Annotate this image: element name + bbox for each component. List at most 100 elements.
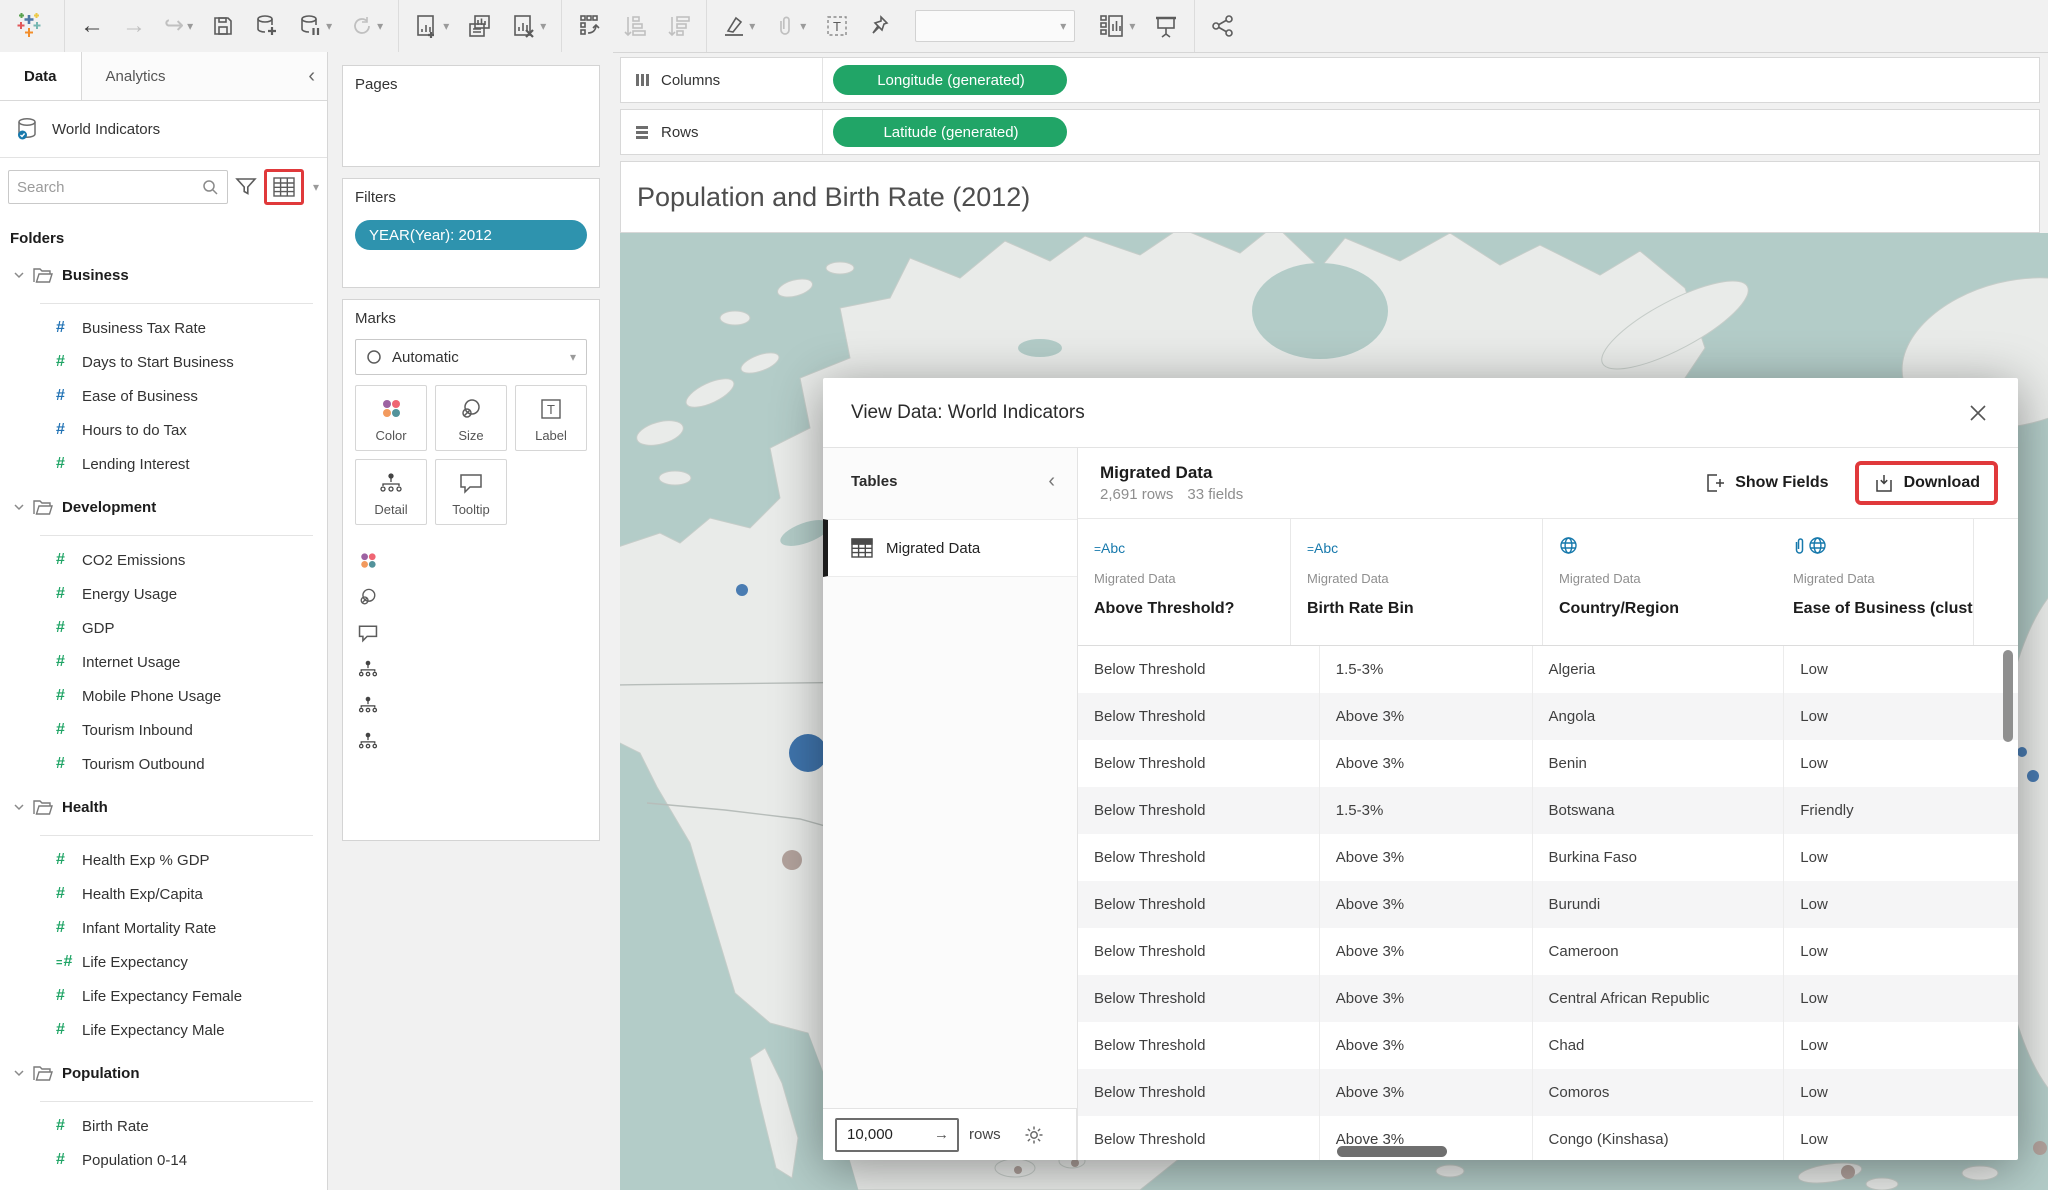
fit-selector[interactable]: ▾: [915, 10, 1075, 42]
chevron-down-icon[interactable]: [10, 801, 28, 813]
tree-item[interactable]: =# Ease of Business: [0, 379, 327, 413]
search-input[interactable]: Search: [8, 170, 228, 204]
pages-card[interactable]: Pages: [342, 65, 600, 167]
tree-item[interactable]: =# Infant Mortality Rate: [0, 911, 327, 945]
column-header[interactable]: =Abc: [1777, 519, 1974, 645]
size-button[interactable]: Size: [435, 385, 507, 451]
pin-button[interactable]: [868, 14, 892, 38]
tree-item[interactable]: =# Tourism Inbound: [0, 713, 327, 747]
table-list-item[interactable]: Migrated Data: [823, 519, 1077, 577]
mark-pill[interactable]: Country/Region: [389, 654, 587, 684]
chevron-down-icon[interactable]: [10, 501, 28, 513]
label-button[interactable]: T Label: [515, 385, 587, 451]
tab-data[interactable]: Data: [0, 52, 82, 100]
map-mark-small[interactable]: [736, 584, 748, 596]
new-worksheet-button[interactable]: ▾: [414, 13, 449, 39]
pane-menu-caret[interactable]: ▾: [313, 181, 319, 193]
tree-item[interactable]: =# Population: [0, 1053, 327, 1093]
vertical-scrollbar[interactable]: [2003, 650, 2013, 742]
row-limit-input[interactable]: 10,000 →: [835, 1118, 959, 1152]
mark-pill[interactable]: AVG(Population T..: [389, 582, 587, 612]
tree-item[interactable]: =# Hours to do Tax: [0, 413, 327, 447]
field-label: Days to Start Business: [82, 354, 234, 371]
collapse-tables-button[interactable]: ‹: [1048, 470, 1055, 493]
datasource-row[interactable]: World Indicators: [0, 101, 327, 158]
redo-button[interactable]: →: [122, 14, 146, 38]
refresh-data-source-button[interactable]: ▾: [350, 14, 383, 38]
tree-item[interactable]: =# Health Exp % GDP: [0, 843, 327, 877]
mark-pill[interactable]: Birth Rate Bin: [389, 546, 587, 576]
tree-item[interactable]: =# Population 0-14: [0, 1143, 327, 1177]
tree-item[interactable]: =# Health Exp/Capita: [0, 877, 327, 911]
tree-item[interactable]: =# Internet Usage: [0, 645, 327, 679]
undo-button[interactable]: ←: [80, 14, 104, 38]
tree-item[interactable]: =# Business: [0, 255, 327, 295]
column-header[interactable]: =Abc: [1543, 519, 1777, 645]
tree-item[interactable]: =#: [40, 303, 313, 304]
mark-pill[interactable]: Ease of Business (..: [389, 690, 587, 720]
tree-item[interactable]: =# Energy Usage: [0, 577, 327, 611]
tree-item[interactable]: =# Mobile Phone Usage: [0, 679, 327, 713]
replay-button[interactable]: ↪▾: [164, 14, 193, 38]
map-mark-large[interactable]: [789, 734, 827, 772]
mark-pill[interactable]: AVG(Birth Rate): [389, 618, 587, 648]
columns-shelf[interactable]: Columns Longitude (generated): [620, 57, 2040, 103]
tree-item[interactable]: =# Life Expectancy Male: [0, 1013, 327, 1047]
rows-shelf[interactable]: Rows Latitude (generated): [620, 109, 2040, 155]
map-mark-gray[interactable]: [782, 850, 802, 870]
tree-item[interactable]: =#: [40, 835, 313, 836]
save-button[interactable]: [211, 14, 235, 38]
columns-pill[interactable]: Longitude (generated): [833, 65, 1067, 95]
detail-button[interactable]: Detail: [355, 459, 427, 525]
download-button[interactable]: Download: [1873, 472, 1980, 494]
column-header[interactable]: =Abc: [1291, 519, 1543, 645]
tree-item[interactable]: =# Life Expectancy Female: [0, 979, 327, 1013]
filter-fields-icon[interactable]: [234, 175, 258, 199]
apply-row-limit-icon[interactable]: →: [934, 1126, 949, 1143]
chevron-down-icon[interactable]: [10, 269, 28, 281]
tree-item[interactable]: =# Lending Interest: [0, 447, 327, 481]
clear-sheet-button[interactable]: ▾: [511, 13, 546, 39]
sort-ascending-button[interactable]: [621, 13, 647, 39]
show-cards-button[interactable]: ▾: [1098, 13, 1135, 39]
tree-item[interactable]: =# Health: [0, 787, 327, 827]
text-label-button[interactable]: T: [824, 13, 850, 39]
mark-type-dropdown[interactable]: Automatic ▾: [355, 339, 587, 375]
share-button[interactable]: [1210, 13, 1236, 39]
tree-item[interactable]: =# Life Expectancy: [0, 945, 327, 979]
tree-item[interactable]: =# Business Tax Rate: [0, 311, 327, 345]
filter-pill[interactable]: YEAR(Year): 2012: [355, 220, 587, 250]
view-data-icon[interactable]: [271, 175, 297, 199]
tree-item[interactable]: =# CO2 Emissions: [0, 543, 327, 577]
tree-item[interactable]: =# Tourism Outbound: [0, 747, 327, 781]
settings-gear-icon[interactable]: [1023, 1124, 1045, 1146]
close-icon[interactable]: [1968, 403, 1988, 423]
horizontal-scrollbar[interactable]: [1337, 1146, 1447, 1157]
collapse-pane-button[interactable]: ‹: [296, 52, 327, 101]
column-header[interactable]: =Abc: [1078, 519, 1291, 645]
tree-item[interactable]: =#: [40, 1101, 313, 1102]
swap-rows-columns-button[interactable]: [577, 13, 603, 39]
highlight-button[interactable]: ▾: [722, 14, 755, 38]
show-fields-button[interactable]: Show Fields: [1704, 472, 1828, 494]
field-type-icon: =#: [56, 319, 82, 337]
sort-descending-button[interactable]: [665, 13, 691, 39]
tree-item[interactable]: =# Days to Start Business: [0, 345, 327, 379]
color-button[interactable]: Color: [355, 385, 427, 451]
rows-pill[interactable]: Latitude (generated): [833, 117, 1067, 147]
tooltip-button[interactable]: Tooltip: [435, 459, 507, 525]
mark-pill-row: Country/Region: [355, 651, 599, 687]
tree-item[interactable]: =# Development: [0, 487, 327, 527]
tab-analytics[interactable]: Analytics: [82, 52, 297, 101]
new-data-source-button[interactable]: [253, 13, 279, 39]
tree-item[interactable]: =#: [40, 535, 313, 536]
presentation-mode-button[interactable]: [1153, 13, 1179, 39]
attach-button[interactable]: ▾: [773, 14, 806, 38]
filters-card[interactable]: Filters YEAR(Year): 2012: [342, 178, 600, 288]
tree-item[interactable]: =# GDP: [0, 611, 327, 645]
mark-pill[interactable]: Region: [389, 726, 587, 756]
tree-item[interactable]: =# Birth Rate: [0, 1109, 327, 1143]
duplicate-sheet-button[interactable]: [467, 13, 493, 39]
chevron-down-icon[interactable]: [10, 1067, 28, 1079]
pause-data-updates-button[interactable]: ▾: [297, 13, 332, 39]
